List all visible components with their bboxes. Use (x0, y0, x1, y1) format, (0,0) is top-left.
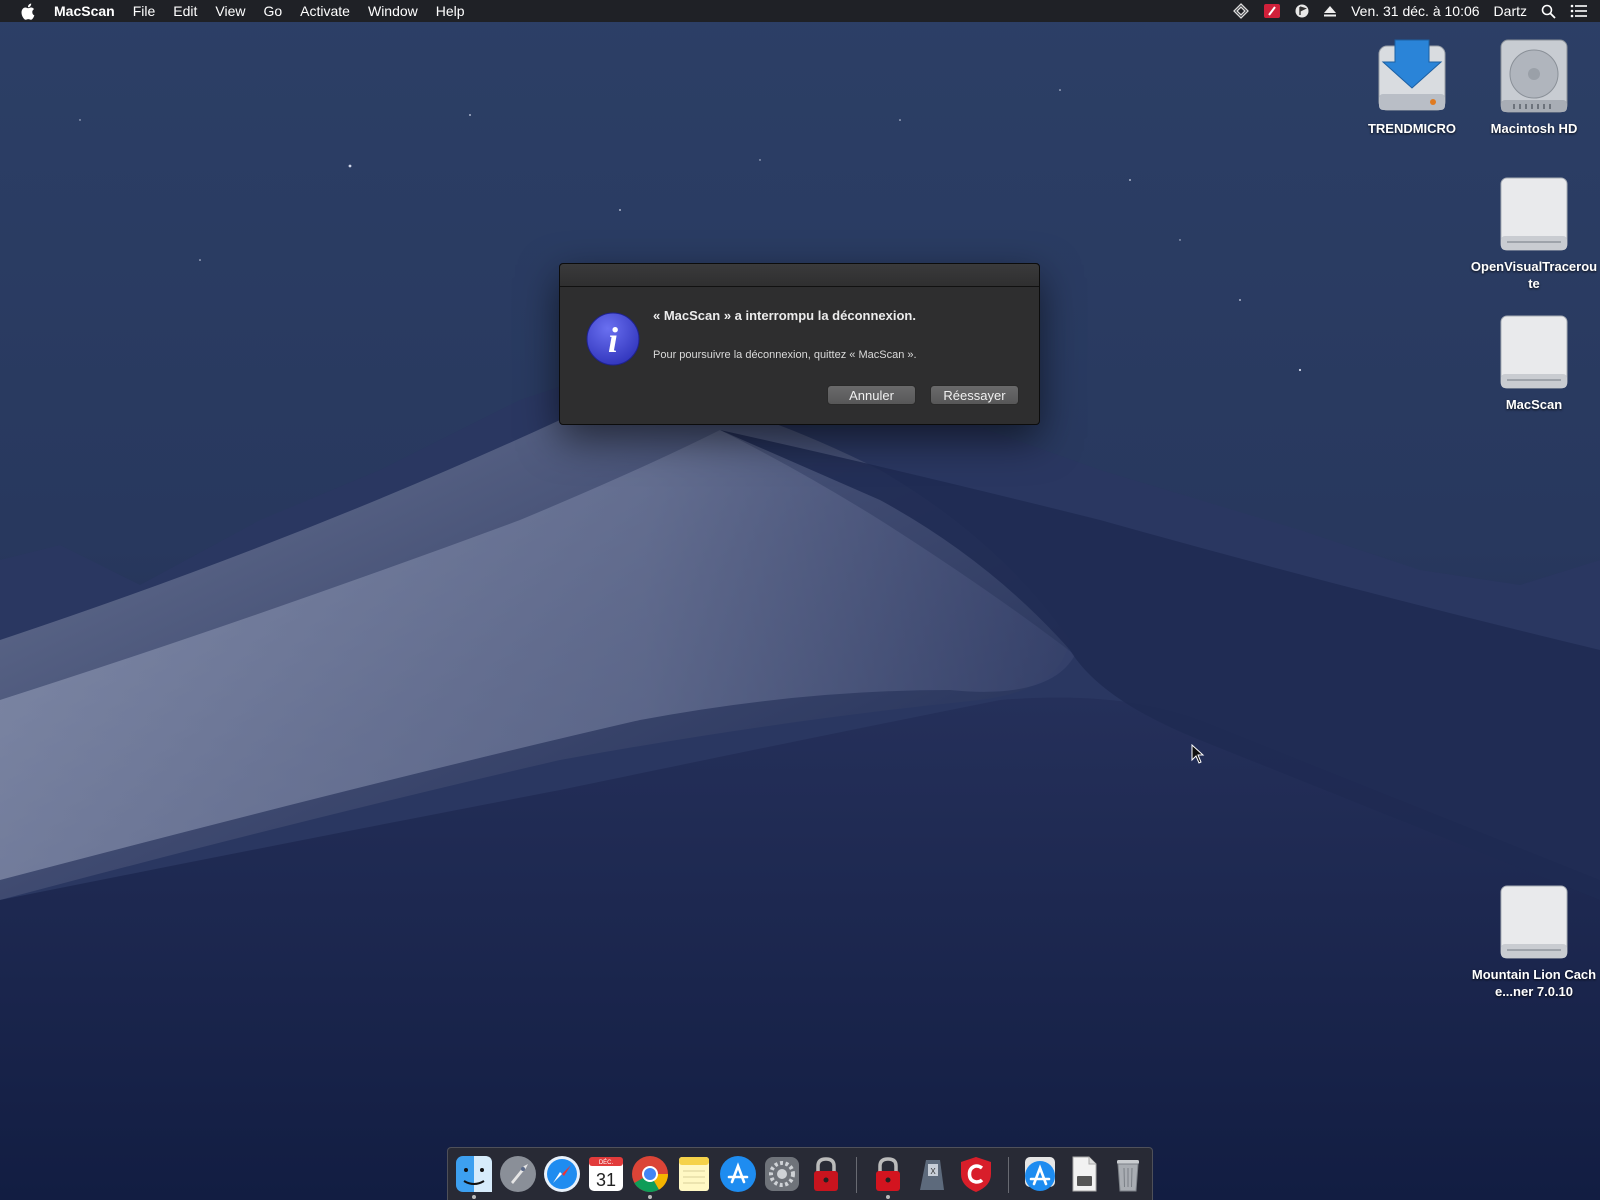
apple-menu-icon[interactable] (0, 3, 54, 20)
dock: DÉC. 31 X (447, 1147, 1153, 1200)
calendar-month-label: DÉC. (599, 1159, 614, 1166)
menu-view[interactable]: View (206, 0, 254, 22)
finder-icon[interactable] (454, 1154, 494, 1194)
svg-text:X: X (930, 1167, 936, 1176)
eject-icon[interactable] (1323, 4, 1337, 18)
desktop-icon-label: Mountain Lion Cache...ner 7.0.10 (1471, 967, 1597, 999)
app-menu[interactable]: MacScan (54, 0, 124, 22)
menu-go[interactable]: Go (254, 0, 291, 22)
running-indicator (886, 1195, 890, 1199)
info-icon: i (586, 312, 640, 366)
hard-disk-icon (1494, 32, 1574, 116)
system-preferences-icon[interactable] (762, 1154, 802, 1194)
desktop-icon-label: OpenVisualTraceroute (1470, 259, 1598, 291)
desktop-wallpaper (0, 0, 1600, 1200)
menubar-clock[interactable]: Ven. 31 déc. à 10:06 (1351, 3, 1479, 19)
app-store-icon[interactable] (718, 1154, 758, 1194)
desktop-icon-label: TRENDMICRO (1367, 121, 1457, 136)
retry-button[interactable]: Réessayer (930, 385, 1019, 405)
lock-app-icon[interactable] (806, 1154, 846, 1194)
installer-disk-icon (1372, 32, 1452, 116)
dock-separator (1008, 1157, 1009, 1193)
mouse-cursor-icon (1191, 743, 1205, 764)
desktop-icon-label: MacScan (1505, 397, 1563, 412)
menubar-user[interactable]: Dartz (1494, 3, 1527, 19)
launchpad-icon[interactable] (498, 1154, 538, 1194)
red-app-status-icon[interactable] (1263, 3, 1281, 19)
external-disk-icon (1494, 878, 1574, 962)
menu-file[interactable]: File (124, 0, 165, 22)
app-store-folder-icon[interactable] (1020, 1154, 1060, 1194)
script-app-icon[interactable]: X (912, 1154, 952, 1194)
search-icon[interactable] (1541, 4, 1556, 19)
safari-icon[interactable] (542, 1154, 582, 1194)
external-disk-icon (1494, 170, 1574, 254)
trash-icon[interactable] (1108, 1154, 1148, 1194)
running-indicator (472, 1195, 476, 1199)
notes-icon[interactable] (674, 1154, 714, 1194)
lock-app-2-icon[interactable] (868, 1154, 908, 1194)
menu-help[interactable]: Help (427, 0, 474, 22)
notification-center-icon[interactable] (1570, 4, 1588, 18)
desktop-icon-macscan[interactable]: MacScan (1469, 308, 1599, 413)
dialog-titlebar[interactable] (560, 264, 1039, 287)
c-shield-icon[interactable] (956, 1154, 996, 1194)
desktop-icon-macintosh-hd[interactable]: Macintosh HD (1469, 32, 1599, 137)
chrome-icon[interactable] (630, 1154, 670, 1194)
dialog-message: Pour poursuivre la déconnexion, quittez … (653, 349, 917, 361)
alert-dialog: i « MacScan » a interrompu la déconnexio… (559, 263, 1040, 425)
documents-folder-icon[interactable] (1064, 1154, 1104, 1194)
menu-activate[interactable]: Activate (291, 0, 359, 22)
menu-bar: MacScan File Edit View Go Activate Windo… (0, 0, 1600, 22)
dock-separator (856, 1157, 857, 1193)
menu-window[interactable]: Window (359, 0, 427, 22)
svg-text:i: i (608, 320, 618, 360)
calendar-icon[interactable]: DÉC. 31 (586, 1154, 626, 1194)
desktop-icon-label: Macintosh HD (1490, 121, 1578, 136)
shield-status-icon[interactable] (1233, 3, 1250, 19)
flag-status-icon[interactable] (1295, 3, 1309, 19)
external-disk-icon (1494, 308, 1574, 392)
calendar-day-label: 31 (596, 1170, 616, 1190)
menu-edit[interactable]: Edit (164, 0, 206, 22)
desktop-icon-mountain-lion-cache[interactable]: Mountain Lion Cache...ner 7.0.10 (1469, 878, 1599, 1000)
desktop-icon-openvisualtraceroute[interactable]: OpenVisualTraceroute (1469, 170, 1599, 292)
cancel-button[interactable]: Annuler (827, 385, 916, 405)
dialog-title: « MacScan » a interrompu la déconnexion. (653, 308, 916, 323)
desktop-icon-trendmicro[interactable]: TRENDMICRO (1347, 32, 1477, 137)
running-indicator (648, 1195, 652, 1199)
